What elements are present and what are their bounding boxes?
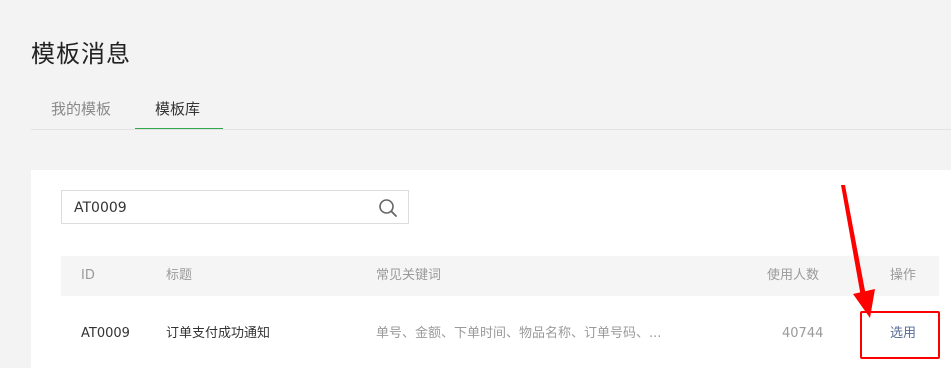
page-title: 模板消息: [31, 40, 131, 68]
column-header-action: 操作: [890, 268, 917, 283]
row-id: AT0009: [81, 326, 130, 341]
search-box: [61, 190, 409, 225]
column-header-id: ID: [81, 268, 95, 283]
tab-bar: 我的模板 模板库: [0, 86, 951, 130]
row-title: 订单支付成功通知: [166, 326, 271, 341]
tab-divider: [31, 129, 951, 130]
tab-template-library[interactable]: 模板库: [155, 98, 200, 119]
table-header: ID 标题 常见关键词 使用人数 操作: [61, 256, 939, 296]
row-users: 40744: [782, 326, 824, 341]
annotation-highlight-box: [860, 311, 940, 359]
column-header-users: 使用人数: [767, 268, 820, 283]
search-icon[interactable]: [378, 198, 398, 218]
search-input[interactable]: [72, 191, 366, 225]
column-header-keywords: 常见关键词: [376, 268, 442, 283]
table-row: AT0009 订单支付成功通知 单号、金额、下单时间、物品名称、订单号码、...…: [61, 314, 939, 354]
column-header-title: 标题: [166, 268, 193, 283]
row-keywords: 单号、金额、下单时间、物品名称、订单号码、...: [376, 326, 662, 341]
tab-my-templates[interactable]: 我的模板: [51, 98, 111, 119]
template-library-panel: ID 标题 常见关键词 使用人数 操作 AT0009 订单支付成功通知 单号、金…: [31, 170, 951, 368]
